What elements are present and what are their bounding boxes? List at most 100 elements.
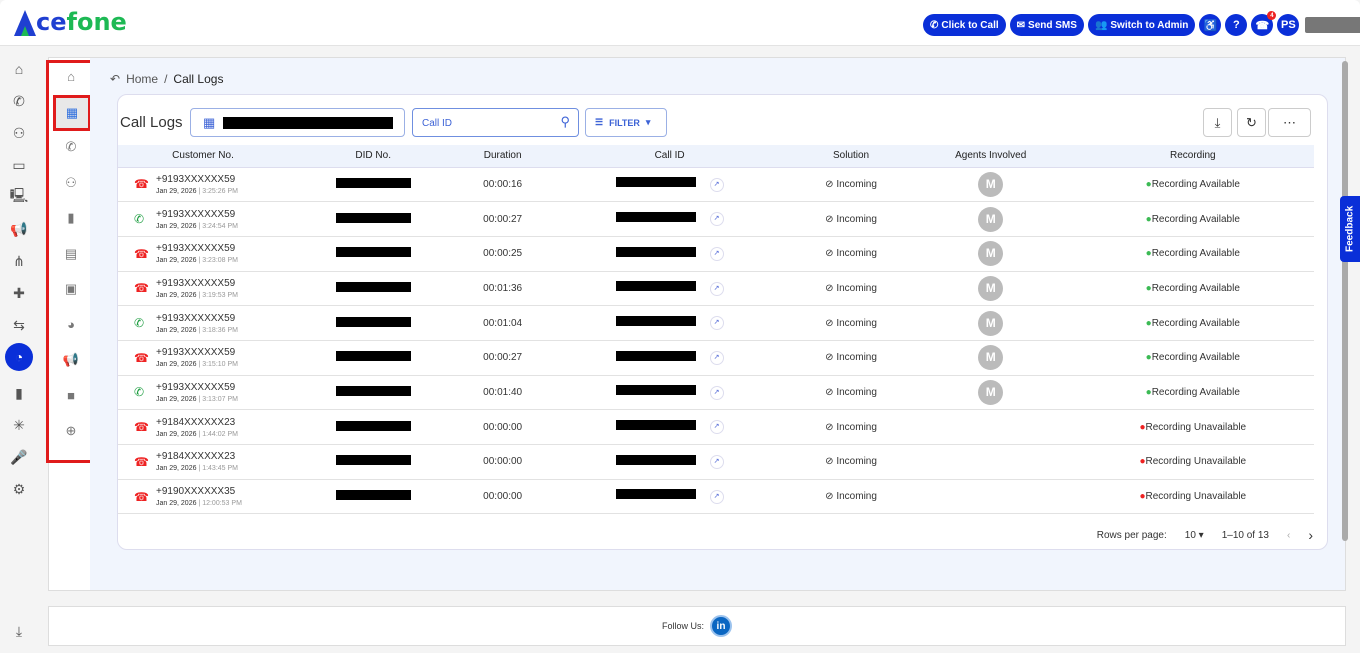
- video-icon[interactable]: ■: [59, 384, 83, 408]
- did-redacted: [335, 490, 411, 501]
- ivr-icon[interactable]: ⇆: [8, 314, 30, 336]
- recording-cell: ●Recording Available: [1071, 271, 1314, 307]
- agent-avatar[interactable]: M: [978, 275, 1004, 301]
- switch-to-admin-button[interactable]: 👥 Switch to Admin: [1087, 14, 1196, 36]
- missed-call-icon: ☎: [134, 420, 149, 435]
- open-link-icon[interactable]: ↗: [709, 420, 724, 435]
- network-icon[interactable]: ⋔: [8, 250, 30, 272]
- received-call-icon: ✆: [134, 316, 145, 331]
- agent-avatar[interactable]: M: [978, 310, 1004, 336]
- mic-icon[interactable]: 🎤: [8, 446, 30, 468]
- broadcast-icon[interactable]: 📢: [59, 348, 83, 372]
- hub-icon[interactable]: ✳: [8, 414, 30, 436]
- report-icon[interactable]: ▣: [59, 277, 83, 301]
- analytics-premium-icon[interactable]: ▮: [59, 206, 83, 230]
- help-button[interactable]: ?: [1225, 14, 1248, 36]
- table-row[interactable]: ☎ +9193XXXXXX59 Jan 29, 2026 | 3:15:10 PM …: [118, 340, 1314, 376]
- open-link-icon[interactable]: ↗: [709, 281, 724, 296]
- prev-page-button[interactable]: ‹: [1287, 530, 1290, 541]
- reports-pie-icon[interactable]: ◔: [5, 343, 33, 371]
- table-row[interactable]: ☎ +9184XXXXXX23 Jan 29, 2026 | 1:44:02 PM …: [118, 409, 1314, 445]
- click-to-call-button[interactable]: ✆ Click to Call: [923, 14, 1006, 36]
- more-options-button[interactable]: ⋯: [1268, 108, 1311, 137]
- agent-avatar[interactable]: M: [978, 241, 1004, 267]
- agent-avatar[interactable]: M: [978, 379, 1004, 405]
- feedback-tab[interactable]: Feedback: [1340, 196, 1360, 262]
- open-link-icon[interactable]: ↗: [709, 246, 724, 261]
- wallet-icon[interactable]: ▭: [8, 154, 30, 176]
- open-link-icon[interactable]: ↗: [709, 316, 724, 331]
- agent-avatar[interactable]: M: [978, 345, 1004, 371]
- agents-cell: M: [909, 340, 1072, 376]
- user-avatar[interactable]: PS: [1277, 14, 1300, 36]
- page-title: Call Logs: [120, 114, 183, 131]
- check-circle-icon: ⊘: [825, 178, 834, 190]
- call-id-redacted: [615, 350, 696, 361]
- table-row[interactable]: ✆ +9193XXXXXX59 Jan 29, 2026 | 3:18:36 PM …: [118, 305, 1314, 341]
- home-icon[interactable]: ⌂: [8, 58, 30, 80]
- rows-per-page-select[interactable]: 10 ▾: [1185, 530, 1204, 541]
- open-link-icon[interactable]: ↗: [709, 385, 724, 400]
- date-range-picker[interactable]: ▦: [190, 108, 405, 137]
- scrollbar[interactable]: [1342, 61, 1348, 541]
- acefone-logo[interactable]: ce fone: [14, 8, 127, 36]
- secondary-sidebar: ⌂ ▦ ✆ ⚇ ▮ ▤ ▣ ◕ 📢 ■ ⊕: [46, 58, 97, 590]
- sms-logs-icon[interactable]: ▤: [59, 242, 83, 266]
- users-icon[interactable]: ⚇: [8, 122, 30, 144]
- table-row[interactable]: ✆ +9193XXXXXX59 Jan 29, 2026 | 3:24:54 PM …: [118, 201, 1314, 237]
- agent-avatar[interactable]: M: [978, 206, 1004, 232]
- call-logs-table-icon[interactable]: ▦: [53, 95, 91, 131]
- accessibility-button[interactable]: ♿: [1199, 14, 1222, 36]
- home-icon[interactable]: ⌂: [59, 64, 83, 88]
- megaphone-icon[interactable]: 📢: [8, 218, 30, 240]
- customer-cell: ☎ +9190XXXXXX35 Jan 29, 2026 | 12:00:53 PM: [118, 479, 288, 515]
- table-row[interactable]: ☎ +9193XXXXXX59 Jan 29, 2026 | 3:25:26 PM …: [118, 167, 1314, 203]
- call-logs-card: Call Logs ▦ Call ID ⚲ ☰ FILTER ▾ ⤓ ↻ ⋯ Cust…: [117, 94, 1328, 550]
- open-link-icon[interactable]: ↗: [709, 455, 724, 470]
- date-range-redacted: [223, 117, 393, 129]
- recording-cell: ●Recording Available: [1071, 167, 1314, 203]
- open-link-icon[interactable]: ↗: [709, 212, 724, 227]
- check-circle-icon: ⊘: [825, 386, 834, 398]
- more-icon: ⋯: [1283, 114, 1296, 130]
- send-sms-button[interactable]: ✉ Send SMS: [1009, 14, 1084, 36]
- table-row[interactable]: ✆ +9193XXXXXX59 Jan 29, 2026 | 3:13:07 PM …: [118, 375, 1314, 411]
- agents-cell: M: [909, 167, 1072, 203]
- linkedin-icon[interactable]: in: [710, 615, 732, 637]
- next-page-button[interactable]: ›: [1308, 527, 1313, 543]
- missed-call-icon: ☎: [134, 177, 149, 192]
- recording-cell: ●Recording Unavailable: [1071, 479, 1314, 515]
- download-reports-icon[interactable]: ⊕: [59, 419, 83, 443]
- download-icon[interactable]: ⤓: [8, 620, 30, 642]
- breadcrumb-home[interactable]: Home: [126, 72, 158, 86]
- recording-cell: ●Recording Unavailable: [1071, 409, 1314, 445]
- table-row[interactable]: ☎ +9184XXXXXX23 Jan 29, 2026 | 1:43:45 PM …: [118, 444, 1314, 480]
- download-button[interactable]: ⤓: [1203, 108, 1232, 137]
- campaign-report-icon[interactable]: ◕: [59, 313, 83, 337]
- open-link-icon[interactable]: ↗: [709, 177, 724, 192]
- solution-cell: ⊘ Incoming: [792, 201, 910, 237]
- recording-cell: ●Recording Available: [1071, 201, 1314, 237]
- filter-button[interactable]: ☰ FILTER ▾: [585, 108, 667, 137]
- settings-icon[interactable]: ⚙: [8, 478, 30, 500]
- refresh-button[interactable]: ↻: [1237, 108, 1266, 137]
- search-icon[interactable]: ⚲: [560, 114, 570, 130]
- live-calls-icon[interactable]: ✆: [59, 135, 83, 159]
- call-id-search-input[interactable]: Call ID ⚲: [412, 108, 579, 137]
- phone-icon[interactable]: ✆: [8, 90, 30, 112]
- missed-calls-button[interactable]: ☎ 4: [1251, 11, 1277, 36]
- open-link-icon[interactable]: ↗: [709, 350, 724, 365]
- agents-cell: M: [909, 305, 1072, 341]
- agent-avatar[interactable]: M: [978, 171, 1004, 197]
- table-row[interactable]: ☎ +9190XXXXXX35 Jan 29, 2026 | 12:00:53 PM…: [118, 479, 1314, 515]
- table-row[interactable]: ☎ +9193XXXXXX59 Jan 29, 2026 | 3:23:08 PM …: [118, 236, 1314, 272]
- column-header: Agents Involved: [909, 145, 1072, 168]
- bar-chart-icon[interactable]: ▮: [8, 382, 30, 404]
- back-icon[interactable]: ↶: [110, 72, 120, 86]
- monitor-settings-icon[interactable]: 🖳: [8, 186, 30, 208]
- customer-cell: ☎ +9193XXXXXX59 Jan 29, 2026 | 3:15:10 PM: [118, 340, 288, 376]
- table-row[interactable]: ☎ +9193XXXXXX59 Jan 29, 2026 | 3:19:53 PM …: [118, 271, 1314, 307]
- open-link-icon[interactable]: ↗: [709, 489, 724, 504]
- agents-icon[interactable]: ⚇: [59, 171, 83, 195]
- integrations-icon[interactable]: ✚: [8, 282, 30, 304]
